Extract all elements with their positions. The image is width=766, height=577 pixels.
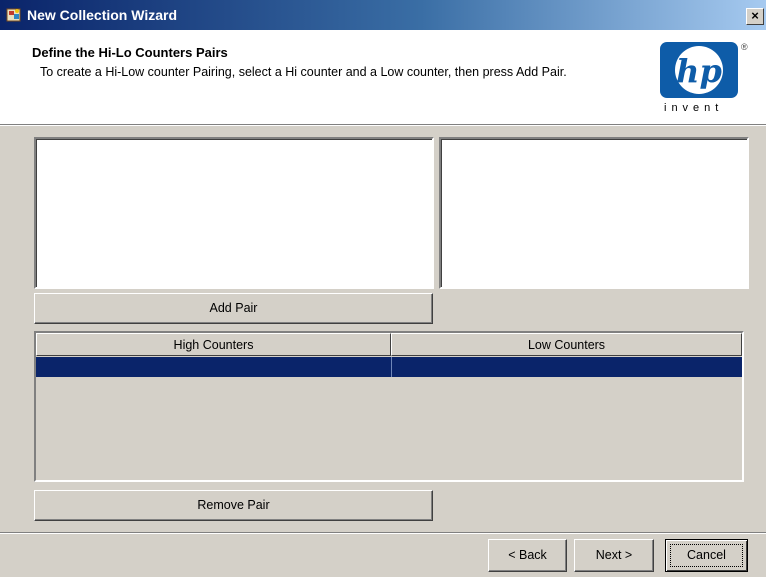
next-button[interactable]: Next > (574, 539, 654, 572)
close-icon: × (751, 8, 759, 23)
row-cell-divider (391, 357, 392, 377)
logo-mark: hp (676, 52, 722, 90)
step-title: Define the Hi-Lo Counters Pairs (32, 45, 228, 60)
back-button[interactable]: < Back (488, 539, 567, 572)
column-header-low-counters[interactable]: Low Counters (391, 333, 742, 356)
remove-pair-button[interactable]: Remove Pair (34, 490, 433, 521)
add-pair-button[interactable]: Add Pair (34, 293, 433, 324)
column-header-high-counters[interactable]: High Counters (36, 333, 391, 356)
pairs-table[interactable]: High Counters Low Counters (34, 331, 744, 482)
low-counter-list[interactable] (439, 137, 749, 289)
close-button[interactable]: × (746, 8, 764, 25)
wizard-header: Define the Hi-Lo Counters Pairs To creat… (0, 30, 766, 124)
header-divider (0, 124, 766, 126)
focus-ring (670, 544, 743, 567)
wizard-window: New Collection Wizard × Define the Hi-Lo… (0, 0, 766, 577)
table-row-selected[interactable] (36, 357, 742, 377)
logo-registered-mark: ® (741, 42, 748, 52)
high-counter-list[interactable] (34, 137, 434, 289)
window-title: New Collection Wizard (27, 7, 178, 23)
logo-tagline: invent (664, 102, 724, 114)
footer-divider (0, 532, 766, 534)
cancel-button[interactable]: Cancel (665, 539, 748, 572)
step-description: To create a Hi-Low counter Pairing, sele… (40, 65, 567, 79)
hp-logo-icon: hp (660, 42, 738, 98)
app-icon (6, 8, 21, 22)
title-bar[interactable]: New Collection Wizard × (0, 0, 766, 30)
